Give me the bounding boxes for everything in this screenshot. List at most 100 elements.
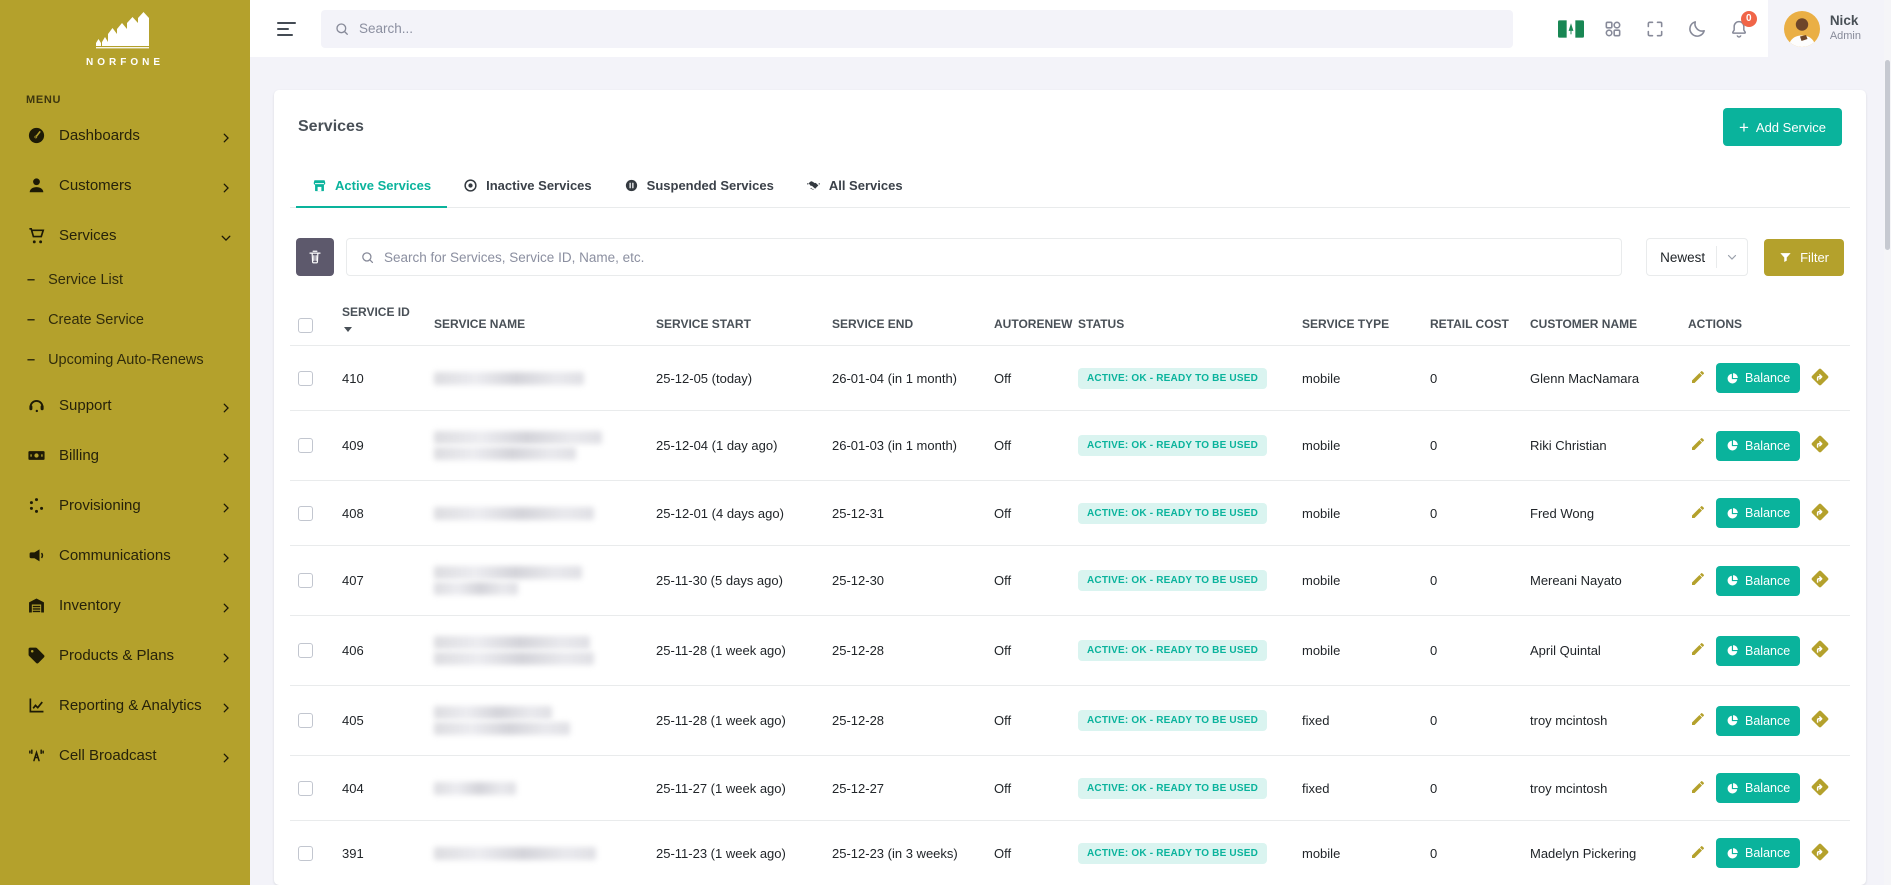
edit-button[interactable] bbox=[1688, 367, 1708, 390]
balance-button[interactable]: Balance bbox=[1716, 431, 1800, 461]
sort-value: Newest bbox=[1660, 250, 1716, 265]
avatar bbox=[1784, 11, 1820, 47]
sidebar-item-communications[interactable]: Communications bbox=[0, 530, 250, 580]
tab-label: Inactive Services bbox=[486, 178, 592, 193]
service-id: 408 bbox=[334, 481, 426, 546]
scrollbar-thumb[interactable] bbox=[1885, 60, 1890, 250]
global-search-input[interactable] bbox=[359, 21, 1500, 36]
user-menu[interactable]: Nick Admin bbox=[1768, 0, 1891, 57]
service-name-redacted bbox=[426, 546, 648, 616]
filter-button[interactable]: Filter bbox=[1764, 239, 1844, 276]
language-flag-button[interactable] bbox=[1550, 8, 1592, 50]
select-all-checkbox[interactable] bbox=[298, 318, 313, 333]
apps-grid-button[interactable] bbox=[1592, 8, 1634, 50]
sidebar-item-cell-broadcast[interactable]: Cell Broadcast bbox=[0, 730, 250, 780]
balance-button[interactable]: Balance bbox=[1716, 838, 1800, 868]
row-checkbox[interactable] bbox=[298, 846, 313, 861]
sidebar-item-billing[interactable]: Billing bbox=[0, 430, 250, 480]
actions-cell: Balance bbox=[1680, 546, 1850, 616]
fullscreen-button[interactable] bbox=[1634, 8, 1676, 50]
row-checkbox[interactable] bbox=[298, 506, 313, 521]
sidebar-item-reporting-analytics[interactable]: Reporting & Analytics bbox=[0, 680, 250, 730]
retail-cost: 0 bbox=[1422, 481, 1522, 546]
edit-button[interactable] bbox=[1688, 434, 1708, 457]
autorenew: Off bbox=[986, 411, 1070, 481]
diamond-arrow-icon bbox=[1808, 567, 1832, 591]
edit-button[interactable] bbox=[1688, 777, 1708, 800]
tab-all-services[interactable]: All Services bbox=[790, 168, 919, 208]
balance-button[interactable]: Balance bbox=[1716, 363, 1800, 393]
sort-select[interactable]: Newest bbox=[1646, 238, 1748, 276]
dark-mode-button[interactable] bbox=[1676, 8, 1718, 50]
balance-button[interactable]: Balance bbox=[1716, 498, 1800, 528]
row-checkbox-cell bbox=[290, 616, 334, 686]
redacted-text bbox=[434, 652, 594, 665]
balance-button[interactable]: Balance bbox=[1716, 773, 1800, 803]
sort-desc-icon[interactable] bbox=[344, 327, 352, 332]
directions-button[interactable] bbox=[1808, 707, 1832, 734]
topbar: 0 Nick Admin bbox=[250, 0, 1891, 57]
row-checkbox[interactable] bbox=[298, 713, 313, 728]
balance-button[interactable]: Balance bbox=[1716, 636, 1800, 666]
hamburger-menu-button[interactable] bbox=[270, 10, 308, 48]
dash-bullet: – bbox=[27, 312, 35, 328]
sidebar-item-services[interactable]: Services bbox=[0, 210, 250, 260]
edit-button[interactable] bbox=[1688, 502, 1708, 525]
row-checkbox-cell bbox=[290, 686, 334, 756]
row-checkbox[interactable] bbox=[298, 438, 313, 453]
edit-button[interactable] bbox=[1688, 842, 1708, 865]
row-checkbox[interactable] bbox=[298, 781, 313, 796]
table-search-input[interactable] bbox=[384, 250, 1608, 265]
pie-chart-icon bbox=[1726, 644, 1739, 657]
service-type: mobile bbox=[1294, 546, 1422, 616]
notifications-button[interactable]: 0 bbox=[1718, 8, 1760, 50]
sidebar-item-customers[interactable]: Customers bbox=[0, 160, 250, 210]
gauge-icon bbox=[26, 125, 46, 145]
filter-row: Newest Filter bbox=[290, 238, 1850, 276]
directions-button[interactable] bbox=[1808, 432, 1832, 459]
chevron-right-icon bbox=[216, 178, 236, 198]
balance-button[interactable]: Balance bbox=[1716, 706, 1800, 736]
trash-icon bbox=[307, 249, 323, 265]
edit-button[interactable] bbox=[1688, 569, 1708, 592]
tab-active-services[interactable]: Active Services bbox=[296, 168, 447, 208]
storefront-icon bbox=[312, 178, 327, 193]
directions-button[interactable] bbox=[1808, 500, 1832, 527]
sidebar-item-label: Products & Plans bbox=[59, 647, 203, 664]
sidebar-subitem-service-list[interactable]: –Service List bbox=[0, 260, 250, 300]
chevron-right-icon bbox=[216, 598, 236, 618]
directions-button[interactable] bbox=[1808, 365, 1832, 392]
sidebar-subitem-create-service[interactable]: –Create Service bbox=[0, 300, 250, 340]
sidebar-item-products-plans[interactable]: Products & Plans bbox=[0, 630, 250, 680]
sidebar-item-dashboards[interactable]: Dashboards bbox=[0, 110, 250, 160]
edit-button[interactable] bbox=[1688, 709, 1708, 732]
pause-circle-icon bbox=[624, 178, 639, 193]
column-label: RETAIL COST bbox=[1430, 317, 1509, 331]
sidebar-subitem-upcoming-auto-renews[interactable]: –Upcoming Auto-Renews bbox=[0, 340, 250, 380]
sidebar-item-support[interactable]: Support bbox=[0, 380, 250, 430]
page-title: Services bbox=[298, 118, 364, 136]
delete-selected-button[interactable] bbox=[296, 238, 334, 276]
row-checkbox[interactable] bbox=[298, 371, 313, 386]
record-circle-icon bbox=[463, 178, 478, 193]
add-service-button[interactable]: + Add Service bbox=[1723, 108, 1842, 146]
tab-inactive-services[interactable]: Inactive Services bbox=[447, 168, 608, 208]
balance-label: Balance bbox=[1745, 781, 1790, 795]
service-type: mobile bbox=[1294, 346, 1422, 411]
directions-button[interactable] bbox=[1808, 567, 1832, 594]
sidebar-item-provisioning[interactable]: Provisioning bbox=[0, 480, 250, 530]
row-checkbox[interactable] bbox=[298, 643, 313, 658]
directions-button[interactable] bbox=[1808, 775, 1832, 802]
row-checkbox[interactable] bbox=[298, 573, 313, 588]
user-icon bbox=[26, 175, 46, 195]
balance-button[interactable]: Balance bbox=[1716, 566, 1800, 596]
directions-button[interactable] bbox=[1808, 637, 1832, 664]
tab-suspended-services[interactable]: Suspended Services bbox=[608, 168, 790, 208]
sidebar-item-inventory[interactable]: Inventory bbox=[0, 580, 250, 630]
edit-button[interactable] bbox=[1688, 639, 1708, 662]
directions-button[interactable] bbox=[1808, 840, 1832, 867]
search-icon bbox=[360, 250, 375, 265]
redacted-text bbox=[434, 431, 602, 444]
actions-cell: Balance bbox=[1680, 821, 1850, 885]
service-name-redacted bbox=[426, 686, 648, 756]
